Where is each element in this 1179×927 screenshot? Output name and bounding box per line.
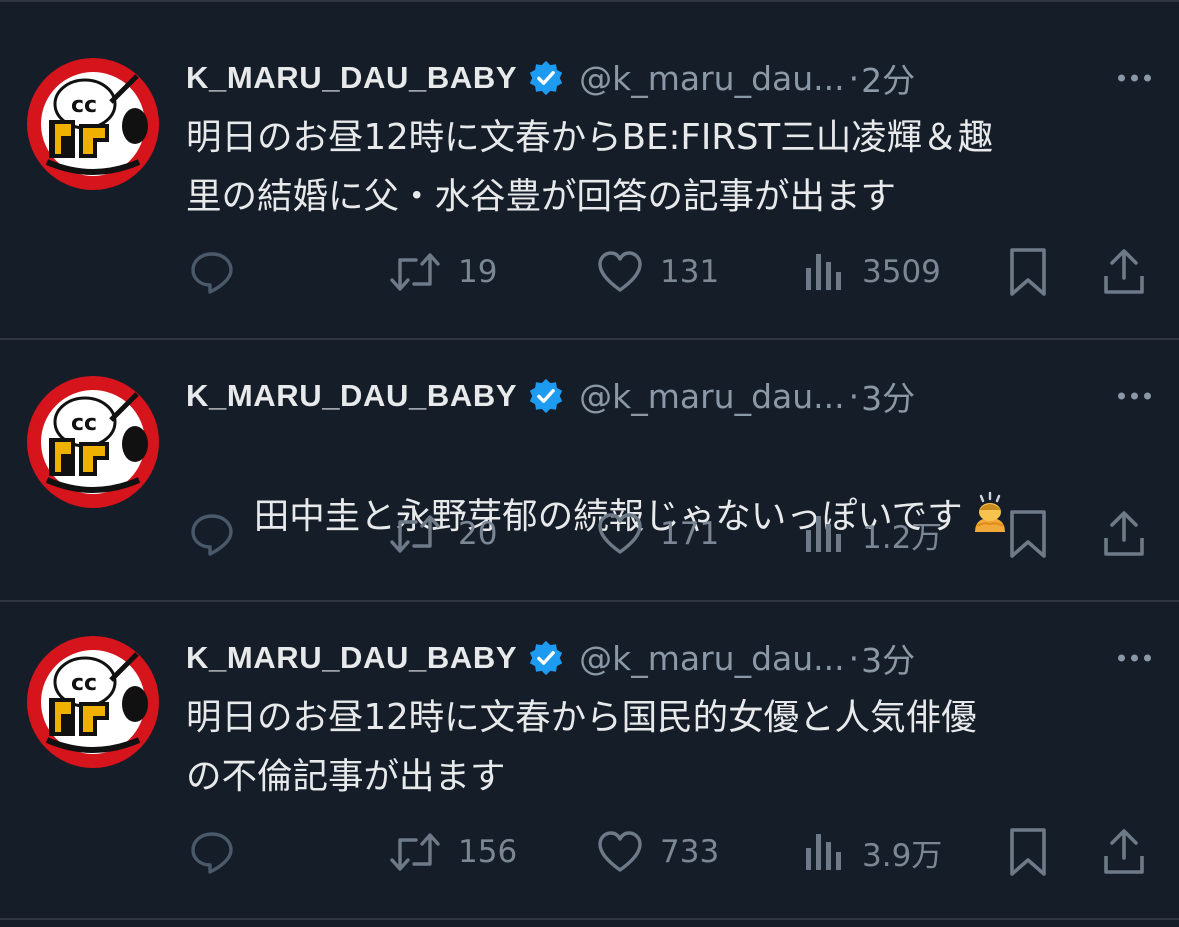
like-icon (598, 831, 642, 872)
more-options-icon[interactable] (1118, 654, 1151, 662)
retweet-icon (390, 253, 440, 291)
reply-button[interactable] (188, 822, 236, 882)
like-count: 131 (660, 254, 720, 290)
like-button[interactable]: 131 (596, 242, 719, 302)
bookmark-icon (1010, 248, 1046, 296)
views-button[interactable]: 1.2万 (802, 504, 942, 564)
share-button[interactable] (1100, 504, 1148, 564)
avatar[interactable]: cc (27, 376, 159, 508)
retweet-button[interactable]: 156 (388, 822, 517, 882)
timestamp[interactable]: 3分 (861, 634, 915, 682)
svg-text:cc: cc (71, 93, 97, 118)
like-count: 733 (660, 834, 720, 870)
bookmark-icon (1010, 510, 1046, 558)
share-button[interactable] (1100, 822, 1148, 882)
bookmark-button[interactable] (1006, 242, 1050, 302)
separator-dot: · (848, 58, 860, 98)
like-button[interactable]: 171 (596, 504, 719, 564)
share-button[interactable] (1100, 242, 1148, 302)
svg-text:cc: cc (71, 671, 97, 696)
verified-badge-icon (529, 378, 563, 414)
reply-icon (191, 514, 233, 556)
views-count: 3.9万 (862, 837, 943, 874)
reply-button[interactable] (188, 504, 236, 564)
avatar[interactable]: cc (27, 58, 159, 190)
retweet-count: 19 (458, 254, 498, 290)
retweet-icon (390, 833, 440, 871)
more-options-icon[interactable] (1118, 74, 1151, 82)
tweet-header: K_MARU_DAU_BABY @k_maru_dau... · 2分 (186, 54, 1151, 102)
like-icon (598, 251, 642, 292)
reply-button[interactable] (188, 242, 236, 302)
verified-badge-icon (529, 60, 563, 96)
retweet-button[interactable]: 20 (388, 504, 497, 564)
views-icon (806, 516, 841, 552)
separator-dot: · (848, 376, 860, 416)
tweet-header: K_MARU_DAU_BABY @k_maru_dau... · 3分 (186, 634, 1151, 682)
timestamp[interactable]: 3分 (861, 372, 915, 420)
views-count: 1.2万 (862, 519, 943, 556)
retweet-icon (390, 515, 440, 553)
views-count: 3509 (862, 254, 941, 290)
tweet-header: K_MARU_DAU_BABY @k_maru_dau... · 3分 (186, 372, 1151, 420)
like-icon (598, 513, 642, 554)
avatar[interactable]: cc (27, 636, 159, 768)
views-button[interactable]: 3509 (802, 242, 941, 302)
like-count: 171 (660, 516, 720, 552)
display-name[interactable]: K_MARU_DAU_BABY (186, 378, 517, 414)
retweet-count: 156 (458, 834, 518, 870)
action-bar: 20 171 1.2万 (0, 504, 1179, 564)
share-icon (1104, 511, 1144, 556)
bookmark-button[interactable] (1006, 504, 1050, 564)
separator-dot: · (848, 638, 860, 678)
reply-icon (191, 832, 233, 874)
reply-icon (191, 252, 233, 294)
svg-text:cc: cc (71, 411, 97, 436)
views-icon (806, 254, 841, 290)
timestamp[interactable]: 2分 (861, 54, 915, 102)
handle[interactable]: @k_maru_dau... (579, 639, 845, 678)
retweet-count: 20 (458, 516, 498, 552)
bookmark-icon (1010, 828, 1046, 876)
tweet[interactable]: cc K_MARU_DAU_BABY @k_maru_dau... · 2分 明… (0, 2, 1179, 340)
like-button[interactable]: 733 (596, 822, 719, 882)
share-icon (1104, 829, 1144, 874)
handle[interactable]: @k_maru_dau... (579, 377, 845, 416)
tweet-text: 明日のお昼12時に文春からBE:FIRST三山凌輝＆趣 里の結婚に父・水谷豊が回… (186, 117, 994, 217)
more-options-icon[interactable] (1118, 392, 1151, 400)
share-icon (1104, 249, 1144, 294)
views-button[interactable]: 3.9万 (802, 822, 942, 882)
action-bar: 156 733 3.9万 (0, 822, 1179, 882)
tweet[interactable]: cc K_MARU_DAU_BABY @k_maru_dau... · 3分 田… (0, 340, 1179, 602)
tweet-text: 明日のお昼12時に文春から国民的女優と人気俳優 の不倫記事が出ます (186, 697, 977, 797)
timeline: cc K_MARU_DAU_BABY @k_maru_dau... · 2分 明… (0, 0, 1179, 927)
display-name[interactable]: K_MARU_DAU_BABY (186, 60, 517, 96)
retweet-button[interactable]: 19 (388, 242, 497, 302)
handle[interactable]: @k_maru_dau... (579, 59, 845, 98)
action-bar: 19 131 3509 (0, 242, 1179, 302)
verified-badge-icon (529, 640, 563, 676)
tweet[interactable]: cc K_MARU_DAU_BABY @k_maru_dau... · 3分 明… (0, 602, 1179, 920)
display-name[interactable]: K_MARU_DAU_BABY (186, 640, 517, 676)
bookmark-button[interactable] (1006, 822, 1050, 882)
views-icon (806, 834, 841, 870)
